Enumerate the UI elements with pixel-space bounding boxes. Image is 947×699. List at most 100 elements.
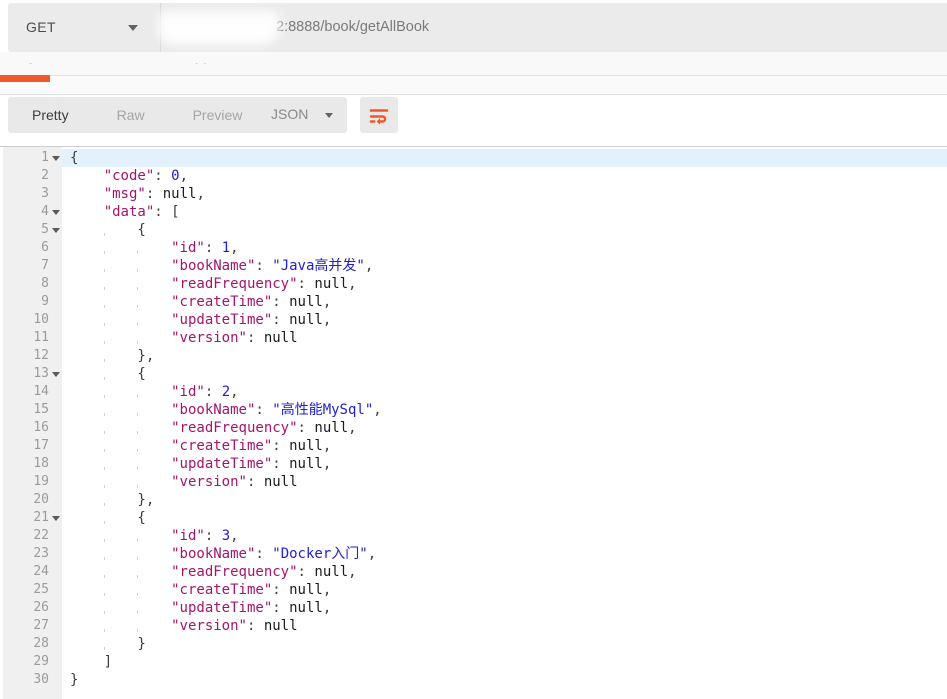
code-line: 16"readFrequency": null, <box>0 419 947 437</box>
line-number: 26 <box>0 599 62 617</box>
response-tabs-strip: Body Cookies Headers (4) Test Results <box>0 52 947 76</box>
tabs-clip-window: Body Cookies Headers (4) Test Results <box>0 63 947 72</box>
preview-button[interactable]: Preview <box>169 97 267 133</box>
line-number: 28 <box>0 635 62 653</box>
code-line: 11"version": null <box>0 329 947 347</box>
line-number: 23 <box>0 545 62 563</box>
code-line: 4"data": [ <box>0 203 947 221</box>
line-number: 5 <box>0 221 62 239</box>
active-tab-indicator <box>0 75 50 82</box>
tab-labels: Body Cookies Headers (4) Test Results <box>8 63 301 64</box>
code-line: 10"updateTime": null, <box>0 311 947 329</box>
code-text: "updateTime": null, <box>62 599 947 617</box>
fold-arrow-icon[interactable] <box>52 210 60 215</box>
code-line: 14"id": 2, <box>0 383 947 401</box>
code-line: 1{ <box>0 149 947 167</box>
code-line: 17"createTime": null, <box>0 437 947 455</box>
code-line: 26"updateTime": null, <box>0 599 947 617</box>
language-label: JSON <box>271 106 308 122</box>
chevron-down-icon <box>325 113 333 118</box>
line-number: 4 <box>0 203 62 221</box>
code-text: "updateTime": null, <box>62 455 947 473</box>
code-text: "bookName": "Docker入门", <box>62 545 947 563</box>
request-url-bar: GET 2:8888/book/getAllBook <box>8 3 947 52</box>
line-number: 16 <box>0 419 62 437</box>
line-number: 18 <box>0 455 62 473</box>
code-line: 29] <box>0 653 947 671</box>
code-text: "createTime": null, <box>62 437 947 455</box>
code-text: { <box>62 509 947 527</box>
code-line: 7"bookName": "Java高并发", <box>0 257 947 275</box>
code-text: "msg": null, <box>62 185 947 203</box>
fold-arrow-icon[interactable] <box>52 228 60 233</box>
code-text: }, <box>62 491 947 509</box>
response-body-panel[interactable]: 1{2"code": 0,3"msg": null,4"data": [5{6"… <box>0 146 947 699</box>
line-number: 6 <box>0 239 62 257</box>
wrap-text-button[interactable] <box>360 97 398 133</box>
code-text: "id": 2, <box>62 383 947 401</box>
code-text: "id": 3, <box>62 527 947 545</box>
fold-arrow-icon[interactable] <box>52 516 60 521</box>
code-text: ] <box>62 653 947 671</box>
code-text: "createTime": null, <box>62 581 947 599</box>
code-text: "version": null <box>62 473 947 491</box>
line-number: 20 <box>0 491 62 509</box>
code-line: 30} <box>0 671 947 689</box>
code-text: "id": 1, <box>62 239 947 257</box>
code-line: 25"createTime": null, <box>0 581 947 599</box>
line-number: 19 <box>0 473 62 491</box>
code-line: 13{ <box>0 365 947 383</box>
line-number: 2 <box>0 167 62 185</box>
line-number: 3 <box>0 185 62 203</box>
code-text: "readFrequency": null, <box>62 275 947 293</box>
line-number: 29 <box>0 653 62 671</box>
language-dropdown[interactable]: JSON <box>257 97 347 133</box>
code-lines: 1{2"code": 0,3"msg": null,4"data": [5{6"… <box>0 149 947 689</box>
line-number: 30 <box>0 671 62 689</box>
response-view-toolbar: Pretty Raw Preview JSON <box>0 95 947 146</box>
fold-arrow-icon[interactable] <box>52 372 60 377</box>
code-line: 12}, <box>0 347 947 365</box>
code-text: "bookName": "高性能MySql", <box>62 401 947 419</box>
line-number: 21 <box>0 509 62 527</box>
line-number: 8 <box>0 275 62 293</box>
code-text: "bookName": "Java高并发", <box>62 257 947 275</box>
line-number: 24 <box>0 563 62 581</box>
tab-cookies[interactable]: Cookies <box>63 63 106 64</box>
tabs-strip-lower-band <box>0 76 947 95</box>
code-text: { <box>62 221 947 239</box>
line-number: 10 <box>0 311 62 329</box>
code-line: 20}, <box>0 491 947 509</box>
line-number: 27 <box>0 617 62 635</box>
line-number: 7 <box>0 257 62 275</box>
postman-response-view: GET 2:8888/book/getAllBook Body Cookies He… <box>0 0 947 699</box>
url-input[interactable]: 2:8888/book/getAllBook <box>276 19 429 35</box>
code-text: "data": [ <box>62 203 947 221</box>
line-number: 17 <box>0 437 62 455</box>
code-text: { <box>62 365 947 383</box>
code-line: 27"version": null <box>0 617 947 635</box>
code-line: 15"bookName": "高性能MySql", <box>0 401 947 419</box>
redaction-blur <box>163 27 273 44</box>
code-text: "readFrequency": null, <box>62 419 947 437</box>
raw-button[interactable]: Raw <box>93 97 169 133</box>
pretty-button[interactable]: Pretty <box>8 97 93 133</box>
code-text: "readFrequency": null, <box>62 563 947 581</box>
line-number: 12 <box>0 347 62 365</box>
code-text: } <box>62 671 947 689</box>
line-number: 22 <box>0 527 62 545</box>
method-dropdown[interactable]: GET <box>8 3 161 52</box>
tab-body[interactable]: Body <box>8 63 35 64</box>
line-number: 11 <box>0 329 62 347</box>
code-line: 9"createTime": null, <box>0 293 947 311</box>
code-line: 2"code": 0, <box>0 167 947 185</box>
line-number: 9 <box>0 293 62 311</box>
code-line: 5{ <box>0 221 947 239</box>
tab-headers[interactable]: Headers (4) <box>145 63 208 64</box>
code-line: 18"updateTime": null, <box>0 455 947 473</box>
tab-test-results[interactable]: Test Results <box>236 63 301 64</box>
code-line: 3"msg": null, <box>0 185 947 203</box>
code-line: 22"id": 3, <box>0 527 947 545</box>
code-text: "version": null <box>62 617 947 635</box>
fold-arrow-icon[interactable] <box>52 156 60 161</box>
